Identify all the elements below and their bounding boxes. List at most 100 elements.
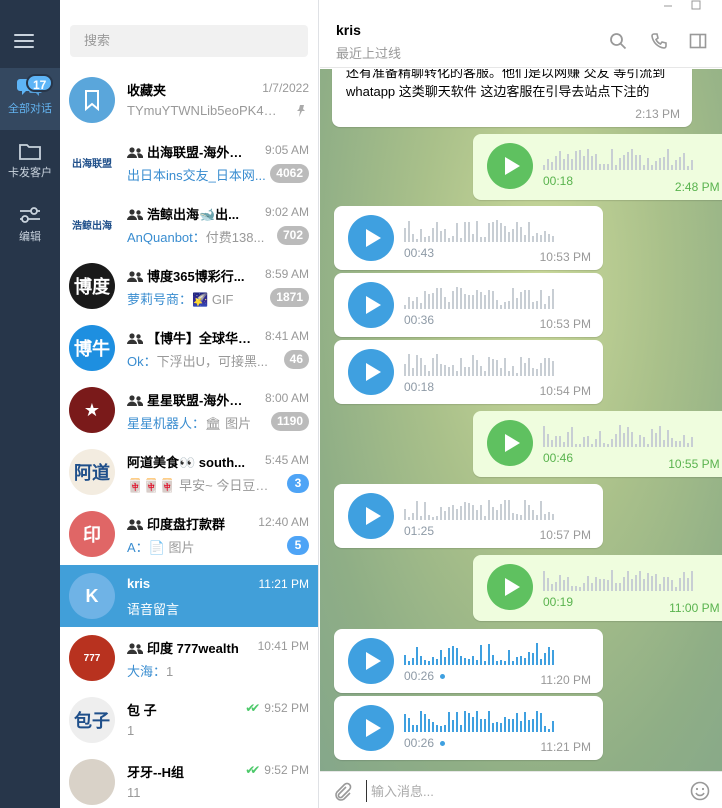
voice-duration-text: 00:46	[543, 451, 574, 465]
chat-header: kris 最近上过线	[320, 12, 722, 68]
voice-duration: 00:26	[404, 669, 446, 683]
chat-preview: 1	[127, 723, 277, 738]
message-time: 10:57 PM	[540, 528, 591, 542]
chat-preview: 大海：1	[127, 661, 277, 680]
voice-message[interactable]: 00:43 10:53 PM	[334, 206, 603, 270]
chat-list-item[interactable]: 牙牙--H组 ✔✔ 9:52 PM 11	[60, 751, 318, 808]
chat-time: 12:40 AM	[258, 515, 309, 529]
sidebar-toggle-icon[interactable]	[689, 32, 707, 50]
waveform[interactable]	[543, 146, 695, 170]
chat-time: 11:21 PM	[259, 577, 309, 591]
preview-text: 1	[127, 723, 135, 738]
chat-title[interactable]: kris	[336, 22, 361, 38]
nav-item-edit[interactable]: 编辑	[0, 196, 60, 258]
chat-list-item[interactable]: 阿道 阿道美食👀 south... 5:45 AM 🀄🀄🀄 早安~ 今日豆浆... 3	[60, 441, 318, 503]
message-time: 2:13 PM	[635, 107, 680, 121]
chat-time: 8:59 AM	[265, 267, 309, 281]
chat-preview: Ok：下浮出U，可接黑...	[127, 351, 277, 370]
play-button[interactable]	[487, 143, 533, 189]
chat-list-item[interactable]: Kkris 11:21 PM 语音留言	[60, 565, 318, 627]
play-button[interactable]	[348, 349, 394, 395]
search-icon[interactable]	[609, 32, 627, 50]
paperclip-icon[interactable]	[332, 781, 352, 801]
chat-name: 印度 777wealth	[127, 638, 252, 657]
play-button[interactable]	[487, 564, 533, 610]
waveform[interactable]	[543, 567, 695, 591]
chat-time-text: 8:41 AM	[264, 329, 309, 343]
message-input[interactable]	[366, 780, 666, 802]
text-message[interactable]: 还有准备精聊转化的客服。他们是以网赚 交友 等引流到 whatapp 这类聊天软…	[332, 69, 692, 127]
waveform[interactable]	[404, 496, 556, 520]
chat-list-item[interactable]: 博牛 【博牛】全球华人... 8:41 AM Ok：下浮出U，可接黑... 46	[60, 317, 318, 379]
play-button[interactable]	[348, 493, 394, 539]
search-input[interactable]: 搜索	[70, 25, 308, 57]
preview-sender: 萝莉号商：	[127, 292, 193, 307]
waveform[interactable]	[404, 708, 556, 732]
play-button[interactable]	[487, 420, 533, 466]
chat-time: 5:45 AM	[265, 453, 309, 467]
menu-icon[interactable]	[14, 34, 34, 48]
chat-name: 博度365博彩行...	[127, 266, 252, 285]
chat-list-item[interactable]: 收藏夹 1/7/2022 TYmuYTWNLib5eoPK4kZ...	[60, 69, 318, 131]
emoji-icon[interactable]	[690, 781, 710, 801]
chat-preview: 星星机器人：🏛 图片	[127, 413, 277, 432]
voice-message[interactable]: 00:36 10:53 PM	[334, 273, 603, 337]
nav-item-label: 卡发客户	[8, 167, 52, 179]
voice-duration-text: 00:43	[404, 246, 435, 260]
chat-preview: 萝莉号商：🌠 GIF	[127, 289, 277, 308]
voice-message[interactable]: 00:18 2:48 PM ✓	[473, 134, 722, 200]
preview-sender: 星星机器人：	[127, 416, 206, 431]
message-area[interactable]: 还有准备精聊转化的客服。他们是以网赚 交友 等引流到 whatapp 这类聊天软…	[320, 69, 722, 771]
chat-list-item[interactable]: 印 印度盘打款群 12:40 AM A：📄 图片 5	[60, 503, 318, 565]
voice-message[interactable]: 00:26 11:20 PM	[334, 629, 603, 693]
waveform[interactable]	[404, 285, 556, 309]
window-controls[interactable]	[662, 0, 710, 12]
avatar-label: 博度	[74, 277, 110, 297]
chat-list-item[interactable]: 出海联盟 出海联盟-海外资... 9:05 AM 出日本ins交友_日本网... 406…	[60, 131, 318, 193]
play-button[interactable]	[348, 215, 394, 261]
group-icon	[127, 333, 143, 344]
message-time-text: 11:00 PM	[669, 601, 720, 615]
waveform[interactable]	[404, 352, 556, 376]
voice-duration: 00:36	[404, 313, 434, 327]
voice-message[interactable]: 00:46 10:55 PM ✓	[473, 411, 722, 477]
play-button[interactable]	[348, 705, 394, 751]
chat-name: 印度盘打款群	[127, 514, 252, 533]
preview-text: 下浮出U，可接黑...	[156, 354, 268, 369]
voice-message[interactable]: 00:19 11:00 PM ✓	[473, 555, 722, 621]
chat-list-item[interactable]: 浩鲸出海 浩鲸出海🐋出... 9:02 AM AnQuanbot：付费138... 70…	[60, 193, 318, 255]
message-time-text: 10:53 PM	[539, 317, 591, 331]
voice-message[interactable]: 00:18 10:54 PM	[334, 340, 603, 404]
chat-name-text: 收藏夹	[127, 83, 167, 98]
chat-name-text: 浩鲸出海🐋出...	[147, 207, 240, 222]
waveform[interactable]	[404, 641, 556, 665]
message-time: 11:20 PM	[541, 673, 591, 687]
chat-time: 8:00 AM	[265, 391, 309, 405]
chat-time: 9:05 AM	[265, 143, 309, 157]
waveform[interactable]	[543, 423, 695, 447]
unread-count-badge: 702	[276, 226, 309, 245]
chat-list-item[interactable]: 博度 博度365博彩行... 8:59 AM 萝莉号商：🌠 GIF 1871	[60, 255, 318, 317]
play-button[interactable]	[348, 282, 394, 328]
chat-name-text: 印度盘打款群	[147, 517, 226, 532]
nav-item-folder[interactable]: 卡发客户	[0, 132, 60, 194]
voice-duration-text: 00:18	[543, 174, 574, 188]
chat-time: 1/7/2022	[262, 81, 309, 95]
chat-list-item[interactable]: 包子 包 子 ✔✔ 9:52 PM 1	[60, 689, 318, 751]
message-time-text: 11:21 PM	[540, 740, 591, 754]
avatar	[69, 759, 115, 805]
chat-list-item[interactable]: 777 印度 777wealth 10:41 PM 大海：1	[60, 627, 318, 689]
play-button[interactable]	[348, 638, 394, 684]
group-icon	[127, 209, 143, 220]
chat-list-item[interactable]: ★ 星星联盟-海外资... 8:00 AM 星星机器人：🏛 图片 1190	[60, 379, 318, 441]
voice-message[interactable]: 01:25 10:57 PM	[334, 484, 603, 548]
waveform[interactable]	[404, 218, 556, 242]
chat-name-text: 博度365博彩行...	[147, 269, 245, 284]
read-check-icon: ✔✔	[245, 763, 260, 777]
nav-item-all-chats[interactable]: 全部对话 17	[0, 68, 60, 130]
avatar: 博牛	[69, 325, 115, 371]
voice-message[interactable]: 00:26 11:21 PM	[334, 696, 603, 760]
phone-icon[interactable]	[650, 32, 668, 50]
chat-name-text: kris	[127, 576, 151, 591]
avatar-label: 出海联盟	[72, 158, 112, 170]
